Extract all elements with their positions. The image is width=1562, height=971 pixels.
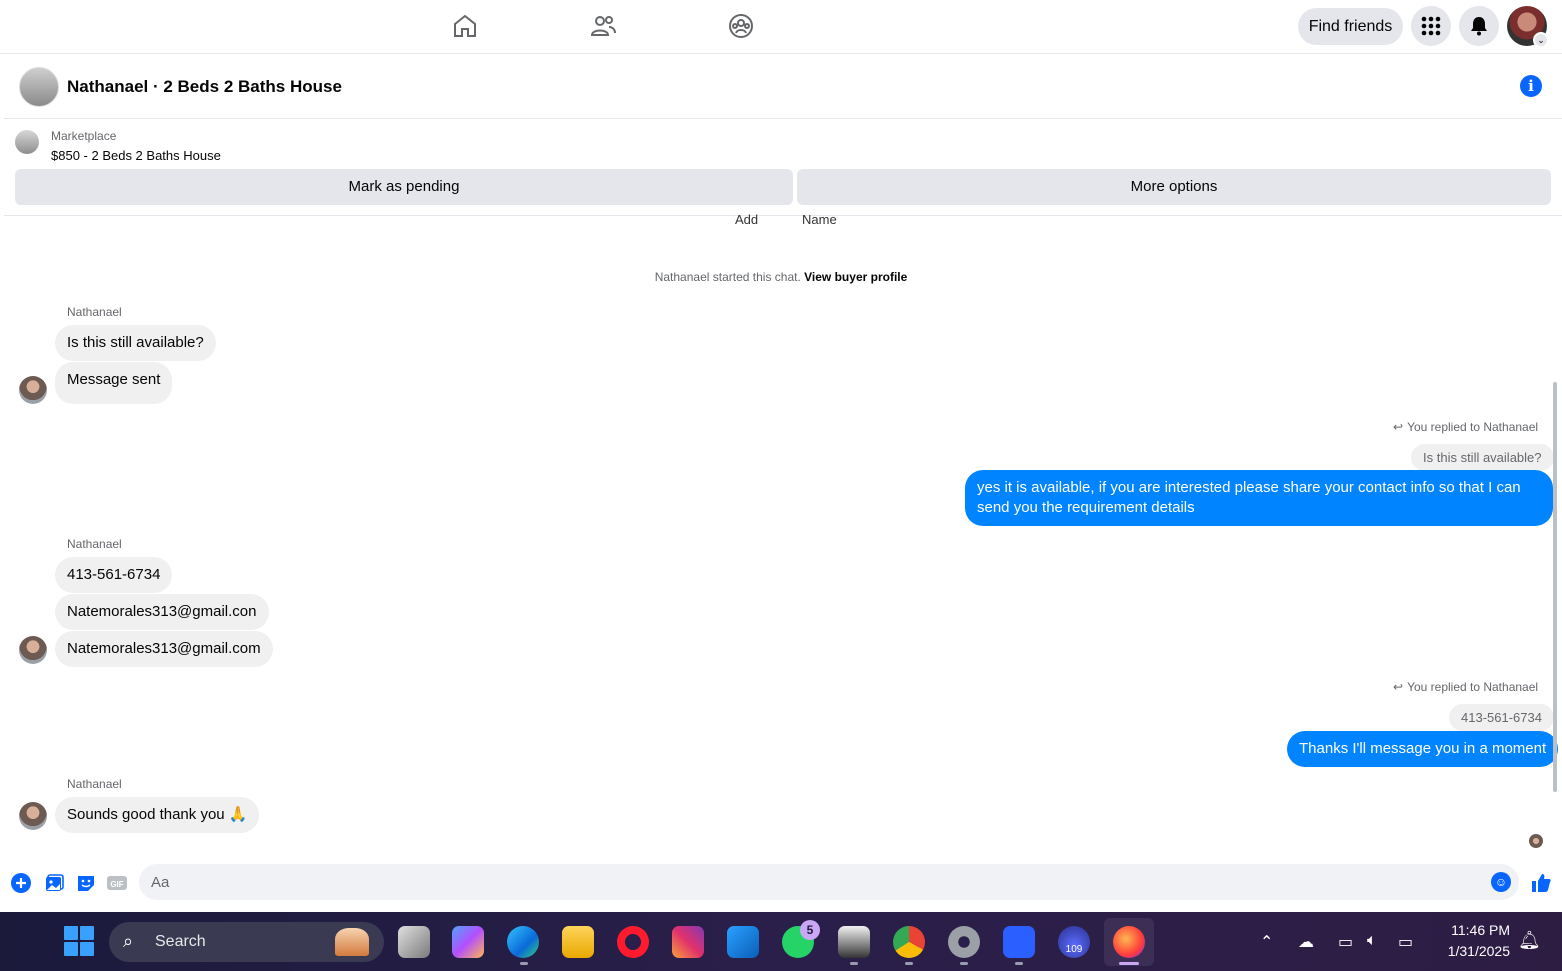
grid-menu-icon	[1421, 16, 1441, 36]
more-options-button[interactable]: More options	[797, 169, 1551, 205]
outgoing-message[interactable]: yes it is available, if you are interest…	[965, 470, 1553, 526]
reply-indicator: ↩ You replied to Nathanael	[1393, 680, 1539, 694]
reply-arrow-icon: ↩	[1393, 680, 1404, 694]
incoming-message[interactable]: Message sent	[55, 362, 173, 404]
clock-time[interactable]: 11:46 PM	[1440, 922, 1510, 938]
message-input[interactable]	[139, 864, 1519, 900]
running-indicator	[1015, 962, 1023, 965]
volume-icon[interactable]: 🔈︎	[1367, 932, 1377, 950]
battery-icon[interactable]: ▭	[1398, 932, 1413, 952]
chat-scrollbar[interactable]	[1553, 382, 1557, 792]
chevron-up-icon[interactable]: ⌃	[1260, 932, 1273, 952]
cloud-offline-icon[interactable]: ☁	[1298, 932, 1314, 952]
message-composer: GIF ☺	[0, 860, 1562, 912]
seen-indicator-avatar	[1529, 834, 1543, 848]
menu-button[interactable]	[1411, 6, 1451, 46]
network-icon[interactable]: ▭	[1338, 932, 1353, 952]
taskbar-search-box[interactable]: ⌕ Search	[109, 922, 384, 962]
chat-header: Nathanael · 2 Beds 2 Baths House i	[4, 55, 1562, 119]
app-icon[interactable]	[838, 926, 870, 958]
notification-bell-icon[interactable]: 🔔︎	[1518, 930, 1541, 951]
reply-indicator: ↩ You replied to Nathanael	[1393, 420, 1539, 434]
top-navigation: Find friends ⌄	[0, 0, 1562, 54]
active-indicator	[1119, 962, 1139, 965]
app-notification-count: 109	[1065, 944, 1083, 955]
windows-taskbar: ⌕ Search 5 109 ⌃ ☁ ▭ 🔈︎ ▭ 11:46 PM 1/31/…	[0, 912, 1562, 971]
plus-icon[interactable]	[10, 872, 32, 894]
replied-message-preview[interactable]: 413-561-6734	[1449, 704, 1554, 731]
incoming-message[interactable]: 413-561-6734	[55, 557, 173, 593]
home-icon[interactable]	[451, 12, 479, 40]
search-icon: ⌕	[123, 931, 134, 951]
task-view-icon[interactable]	[398, 926, 430, 958]
sender-name: Nathanael	[67, 777, 122, 791]
running-indicator	[850, 962, 858, 965]
chat-title[interactable]: Nathanael · 2 Beds 2 Baths House	[67, 77, 342, 97]
listing-thumbnail[interactable]	[15, 130, 39, 154]
mark-as-pending-button[interactable]: Mark as pending	[15, 169, 793, 205]
taskbar-search-label: Search	[155, 933, 206, 950]
edge-browser-icon[interactable]	[507, 926, 539, 958]
clock-date[interactable]: 1/31/2025	[1430, 943, 1510, 959]
sender-name: Nathanael	[67, 537, 122, 551]
search-highlight-image	[335, 928, 369, 956]
firefox-browser-icon[interactable]	[1113, 926, 1145, 958]
view-buyer-profile-link[interactable]: View buyer profile	[804, 270, 907, 284]
add-label[interactable]: Add	[735, 212, 758, 227]
reply-arrow-icon: ↩	[1393, 420, 1404, 434]
svg-text:GIF: GIF	[110, 880, 123, 889]
sender-avatar[interactable]	[19, 636, 47, 664]
outlook-icon[interactable]	[727, 926, 759, 958]
chevron-down-icon[interactable]: ⌄	[1533, 32, 1549, 48]
thumbs-up-icon[interactable]	[1530, 872, 1552, 894]
windows-start-icon[interactable]	[64, 926, 94, 956]
friends-icon[interactable]	[589, 12, 617, 40]
incoming-message[interactable]: Is this still available?	[55, 325, 216, 361]
notifications-button[interactable]	[1459, 6, 1499, 46]
sender-avatar[interactable]	[19, 376, 47, 404]
marketplace-label: Marketplace	[51, 129, 117, 143]
running-indicator	[905, 962, 913, 965]
replied-message-preview[interactable]: Is this still available?	[1411, 444, 1554, 471]
sender-avatar[interactable]	[19, 802, 47, 830]
chat-started-text: Nathanael started this chat.	[654, 270, 801, 284]
groups-icon[interactable]	[727, 12, 755, 40]
name-label[interactable]: Name	[802, 212, 837, 227]
gif-icon[interactable]: GIF	[106, 872, 128, 894]
photo-icon[interactable]	[43, 872, 65, 894]
app-icon[interactable]	[1003, 926, 1035, 958]
emoji-icon[interactable]: ☺	[1491, 872, 1511, 892]
whatsapp-unread-badge: 5	[800, 920, 820, 940]
running-indicator	[960, 962, 968, 965]
chat-started-notice: Nathanael started this chat. View buyer …	[0, 270, 1562, 284]
file-explorer-icon[interactable]	[562, 926, 594, 958]
chrome-browser-icon[interactable]	[893, 926, 925, 958]
sticker-icon[interactable]	[75, 872, 97, 894]
opera-browser-icon[interactable]	[617, 926, 649, 958]
info-icon[interactable]: i	[1520, 75, 1542, 97]
marketplace-bar: Marketplace $850 - 2 Beds 2 Baths House …	[4, 120, 1562, 216]
instagram-icon[interactable]	[672, 926, 704, 958]
incoming-message[interactable]: Natemorales313@gmail.con	[55, 594, 269, 630]
listing-title[interactable]: $850 - 2 Beds 2 Baths House	[51, 148, 221, 163]
sender-name: Nathanael	[67, 305, 122, 319]
incoming-message[interactable]: Sounds good thank you 🙏	[55, 797, 260, 833]
settings-gear-icon[interactable]	[948, 926, 980, 958]
find-friends-button[interactable]: Find friends	[1298, 8, 1403, 45]
running-indicator	[520, 962, 528, 965]
copilot-icon[interactable]	[452, 926, 484, 958]
listing-avatar[interactable]	[19, 67, 59, 107]
outgoing-message[interactable]: Thanks I'll message you in a moment	[1287, 731, 1559, 767]
incoming-message[interactable]: Natemorales313@gmail.com	[55, 631, 273, 667]
bell-icon	[1471, 17, 1487, 36]
